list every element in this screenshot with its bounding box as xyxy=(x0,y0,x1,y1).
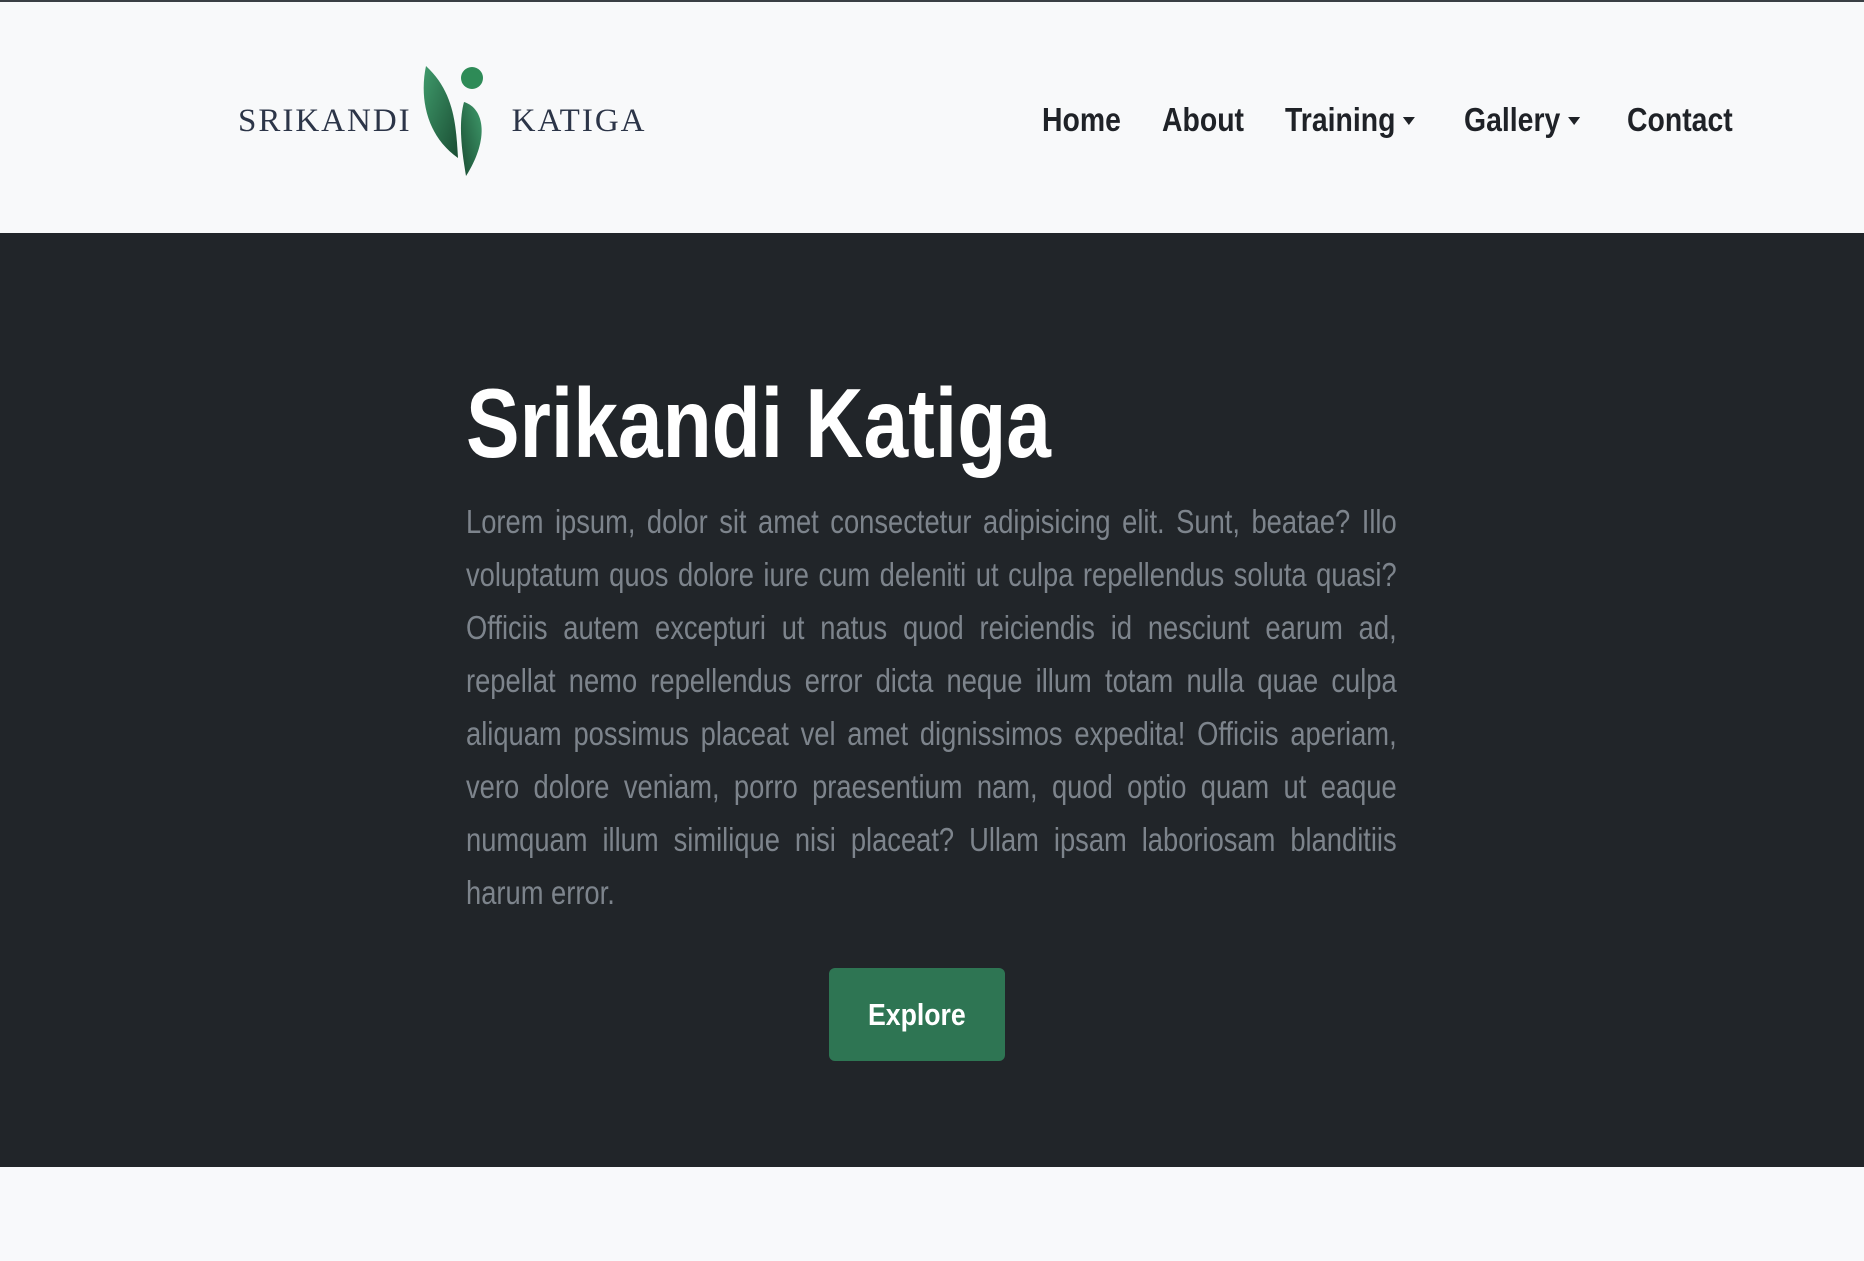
nav-training-dropdown[interactable]: Training xyxy=(1273,101,1427,139)
nav-home[interactable]: Home xyxy=(1030,101,1133,139)
nav-gallery-label: Gallery xyxy=(1464,101,1561,138)
brand-right-word: KATIGA xyxy=(511,102,647,139)
nav-gallery-dropdown[interactable]: Gallery xyxy=(1452,101,1592,139)
caret-down-icon xyxy=(1403,117,1416,125)
nav-home-label: Home xyxy=(1042,101,1121,138)
caret-down-icon xyxy=(1568,117,1581,125)
hero-section: Srikandi Katiga Lorem ipsum, dolor sit a… xyxy=(0,233,1864,1167)
nav-contact-label: Contact xyxy=(1627,101,1733,138)
figure-leaf-logo-icon xyxy=(420,64,506,178)
main-nav: Home About Training Gallery Contact xyxy=(1030,90,1766,150)
nav-training-label: Training xyxy=(1285,101,1396,138)
hero-description: Lorem ipsum, dolor sit amet consectetur … xyxy=(466,503,1397,911)
explore-button[interactable]: Explore xyxy=(829,968,1005,1061)
brand-logo[interactable]: SRIKANDI KATIGA xyxy=(238,64,645,178)
hero-title: Srikandi Katiga xyxy=(466,368,1052,478)
brand-left-word: SRIKANDI xyxy=(238,102,412,139)
navbar: SRIKANDI KATIGA Home About Training Gall… xyxy=(0,2,1864,233)
nav-about-label: About xyxy=(1161,101,1244,138)
nav-about[interactable]: About xyxy=(1150,101,1256,139)
explore-button-label: Explore xyxy=(868,996,966,1032)
nav-contact[interactable]: Contact xyxy=(1615,101,1745,139)
page-bottom-area xyxy=(0,1167,1864,1261)
